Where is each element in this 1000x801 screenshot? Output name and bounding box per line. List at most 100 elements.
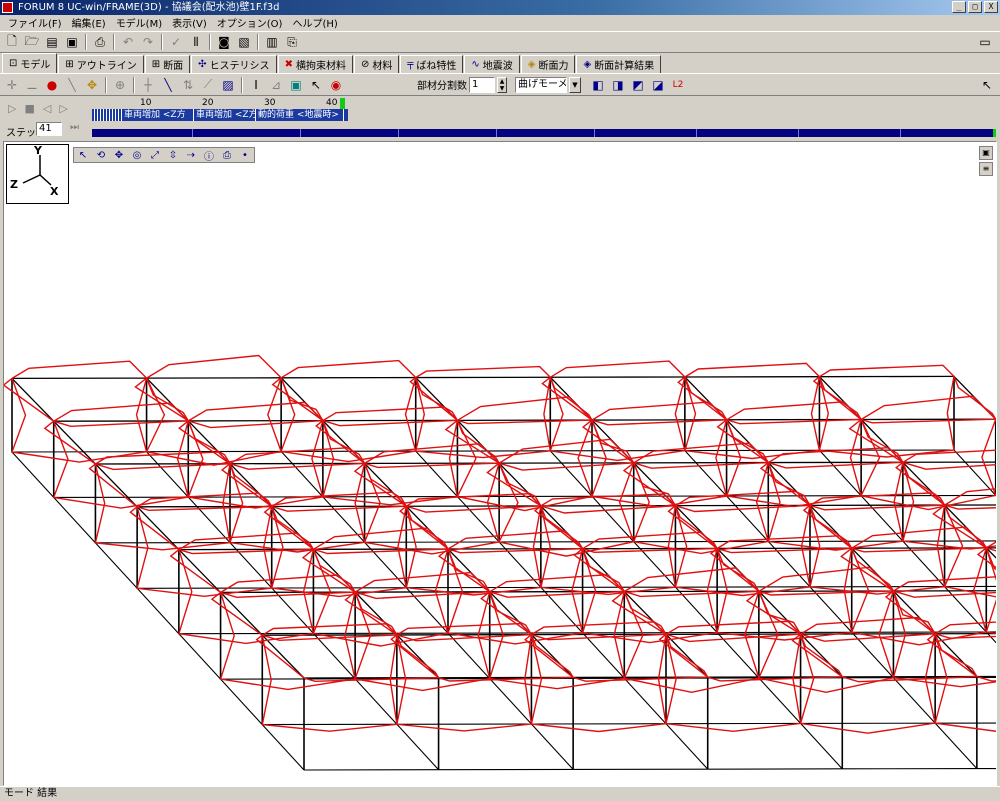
dimension-icon[interactable]: ⇅ bbox=[179, 76, 197, 94]
minimize-button[interactable]: _ bbox=[952, 1, 966, 13]
window-icon[interactable]: ▭ bbox=[976, 33, 994, 51]
list-icon[interactable]: ≡ bbox=[979, 162, 993, 176]
slope-icon[interactable]: ⟋ bbox=[199, 76, 217, 94]
tab-label: アウトライン bbox=[77, 57, 137, 72]
l2-icon[interactable]: L2 bbox=[669, 76, 687, 94]
overall-progress-bar[interactable] bbox=[92, 129, 996, 137]
line-icon[interactable]: ╲ bbox=[63, 76, 81, 94]
result-view-2-icon[interactable]: ◨ bbox=[609, 76, 627, 94]
cross-icon[interactable]: ┼ bbox=[139, 76, 157, 94]
open-icon[interactable]: 🗁 bbox=[23, 33, 41, 51]
check-icon[interactable]: ✓ bbox=[167, 33, 185, 51]
result-view-3-icon[interactable]: ◩ bbox=[629, 76, 647, 94]
menu-help[interactable]: ヘルプ(H) bbox=[287, 15, 342, 30]
fast-forward-icon[interactable]: ⏭ bbox=[70, 122, 79, 133]
picture-icon[interactable]: ▧ bbox=[235, 33, 253, 51]
step-back-icon[interactable]: ◁ bbox=[43, 102, 51, 115]
menu-file[interactable]: ファイル(F) bbox=[3, 15, 67, 30]
beam-icon[interactable]: Ⅰ bbox=[247, 76, 265, 94]
info-icon[interactable]: ⓘ bbox=[200, 148, 218, 162]
pan-icon[interactable]: ✥ bbox=[110, 148, 128, 162]
undo-icon[interactable]: ↶ bbox=[119, 33, 137, 51]
pointer-badge-icon[interactable]: ↖ bbox=[307, 76, 325, 94]
graph-icon[interactable]: ▨ bbox=[219, 76, 237, 94]
save-icon[interactable]: ▣ bbox=[63, 33, 81, 51]
maximize-button[interactable]: □ bbox=[968, 1, 982, 13]
walk-icon[interactable]: ⇢ bbox=[182, 148, 200, 162]
menu-options[interactable]: オプション(O) bbox=[212, 15, 288, 30]
select-pointer-icon[interactable]: ↖ bbox=[74, 148, 92, 162]
orbit-icon[interactable]: ◎ bbox=[128, 148, 146, 162]
tab-outline[interactable]: ⊞アウトライン bbox=[58, 55, 143, 73]
tab-section[interactable]: ⊞断面 bbox=[145, 55, 190, 73]
ruler-tick-label: 10 bbox=[140, 98, 151, 108]
print-icon[interactable]: ⎙ bbox=[218, 148, 236, 162]
step-input[interactable]: 41 bbox=[36, 122, 62, 136]
timeline-marker[interactable] bbox=[340, 98, 345, 109]
3d-viewport[interactable]: Y Z X ↖ ⟲ ✥ ◎ ⤢ ⇳ ⇢ ⓘ ⎙ • ▣ ≡ bbox=[3, 141, 997, 786]
zoom-icon[interactable]: ⤢ bbox=[146, 148, 164, 162]
timeline-cell[interactable]: 動的荷重 <地震時> bbox=[256, 109, 344, 121]
menu-model[interactable]: モデル(M) bbox=[111, 15, 167, 30]
timeline-cell[interactable]: 車両増加 <Z方 bbox=[122, 109, 194, 121]
division-input[interactable]: 1 bbox=[469, 77, 495, 93]
tab-label: 断面計算結果 bbox=[594, 57, 654, 72]
tab-seismic-wave[interactable]: ∿地震波 bbox=[464, 55, 519, 73]
redo-icon[interactable]: ↷ bbox=[139, 33, 157, 51]
cursor-help-icon[interactable]: ↖ bbox=[978, 76, 996, 94]
diagonal-icon[interactable]: ╲ bbox=[159, 76, 177, 94]
columns-icon[interactable]: ⫴ bbox=[187, 33, 205, 51]
target-icon[interactable]: ◉ bbox=[327, 76, 345, 94]
tab-model[interactable]: ⊡モデル bbox=[2, 53, 57, 73]
support-icon[interactable]: ⊕ bbox=[111, 76, 129, 94]
rotate-icon[interactable]: ⟲ bbox=[92, 148, 110, 162]
frame-beam bbox=[666, 724, 708, 769]
camera-icon[interactable]: ◙ bbox=[215, 33, 233, 51]
tab-label: 断面力 bbox=[538, 57, 568, 72]
result-view-4-icon[interactable]: ◪ bbox=[649, 76, 667, 94]
stairs-icon[interactable]: ⊿ bbox=[267, 76, 285, 94]
fit-icon[interactable]: ⇳ bbox=[164, 148, 182, 162]
play-icon[interactable]: ▷ bbox=[8, 102, 16, 115]
report-icon[interactable]: ▥ bbox=[263, 33, 281, 51]
print-preview-icon[interactable]: ⎙ bbox=[91, 33, 109, 51]
menu-view[interactable]: 表示(V) bbox=[167, 15, 212, 30]
timeline-cell[interactable]: 車両増加 <Z方 bbox=[194, 109, 256, 121]
new-icon[interactable]: 🗋 bbox=[3, 33, 21, 51]
result-icon: ◈ bbox=[583, 59, 591, 70]
deformed-shape bbox=[678, 363, 861, 423]
load-icon[interactable]: ✥ bbox=[83, 76, 101, 94]
tab-material[interactable]: ⊘材料 bbox=[354, 55, 399, 73]
export-icon[interactable]: ⎘ bbox=[283, 33, 301, 51]
frame-beam bbox=[935, 723, 977, 768]
tab-label: 横拘束材料 bbox=[296, 57, 346, 72]
stop-icon[interactable]: ■ bbox=[24, 102, 34, 115]
toolbar-separator bbox=[161, 34, 163, 50]
timeline-cells[interactable]: 車両増加 <Z方 車両増加 <Z方 動的荷重 <地震時> bbox=[92, 109, 348, 121]
close-button[interactable]: X bbox=[984, 1, 998, 13]
frame-beam bbox=[262, 635, 304, 678]
tab-hysteresis[interactable]: ✣ヒステリシス bbox=[191, 55, 276, 73]
tab-section-force[interactable]: ◈断面力 bbox=[521, 55, 576, 73]
dot-icon[interactable]: • bbox=[236, 148, 254, 162]
snapshot-icon[interactable]: ▣ bbox=[979, 146, 993, 160]
result-type-select[interactable]: 曲げモーメント bbox=[515, 77, 567, 93]
title-bar[interactable]: FORUM 8 UC-win/FRAME(3D) - 協議会(配水池)壁1F.f… bbox=[0, 0, 1000, 15]
division-spinner[interactable]: ▲▼ bbox=[497, 77, 507, 93]
menu-edit[interactable]: 編集(E) bbox=[67, 15, 111, 30]
add-member-icon[interactable]: ⚊ bbox=[23, 76, 41, 94]
point-icon[interactable]: ● bbox=[43, 76, 61, 94]
add-node-icon[interactable]: ✛ bbox=[3, 76, 21, 94]
tab-section-calc-result[interactable]: ◈断面計算結果 bbox=[576, 55, 661, 73]
view-icon[interactable]: ▣ bbox=[287, 76, 305, 94]
step-forward-icon[interactable]: ▷ bbox=[59, 102, 67, 115]
result-view-1-icon[interactable]: ◧ bbox=[589, 76, 607, 94]
tab-confinement-material[interactable]: ✖横拘束材料 bbox=[278, 55, 353, 73]
toolbar-separator bbox=[133, 77, 135, 93]
frame-model-view[interactable] bbox=[4, 142, 997, 786]
tab-spring[interactable]: ╤ばね特性 bbox=[400, 55, 463, 73]
ruler-tick-label: 20 bbox=[202, 98, 213, 108]
wave-icon: ∿ bbox=[471, 59, 479, 70]
chevron-down-icon[interactable]: ▼ bbox=[569, 77, 581, 93]
open-recent-icon[interactable]: ▤ bbox=[43, 33, 61, 51]
